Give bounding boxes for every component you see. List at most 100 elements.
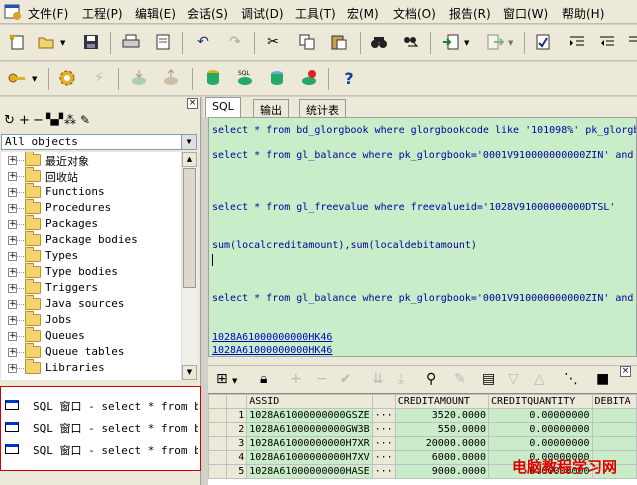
menu-session[interactable]: 会话(S) [187,5,228,22]
tree-item[interactable]: + Functions [1,183,181,200]
sql-editor[interactable]: select * from bd_glorgbook where glorgbo… [208,117,637,357]
db-connect-icon[interactable] [266,67,288,89]
tree-item[interactable]: + Queue tables [1,343,181,360]
menu-edit[interactable]: 编辑(E) [135,5,176,22]
ellipsis-icon[interactable]: ··· [371,422,396,437]
column-header[interactable]: CREDITQUANTITY [487,394,593,409]
tab-sql[interactable]: SQL [205,97,241,117]
find-binoculars-icon[interactable]: ⚲ [426,371,436,387]
lock-icon[interactable]: 🔒︎ [260,371,267,387]
db-disconnect-icon[interactable] [298,67,320,89]
print-icon[interactable] [120,31,142,53]
clear-icon[interactable]: ✎ [454,371,466,387]
database-icon[interactable] [202,67,224,89]
object-filter-select[interactable]: All objects ▼ [1,134,197,150]
comment-icon[interactable] [624,31,637,53]
menu-window[interactable]: 窗口(W) [503,5,548,22]
rollback-icon[interactable] [160,67,182,89]
last-page-icon[interactable]: ⤓ [398,371,404,387]
find-binoculars-icon[interactable] [368,31,390,53]
window-item[interactable]: SQL 窗口 - select * from bd_ [3,439,198,459]
menu-debug[interactable]: 调试(D) [241,5,284,22]
tree-item[interactable]: + Java sources [1,295,181,312]
tree-scrollbar[interactable]: ▲ ▼ [181,152,197,380]
export-icon[interactable] [484,31,506,53]
chevron-down-icon[interactable]: ▼ [508,39,513,47]
load-icon[interactable] [440,31,462,53]
open-folder-icon[interactable] [36,31,58,53]
ellipsis-icon[interactable]: ··· [371,464,396,479]
export-grid-icon[interactable]: ▤ [482,371,495,387]
checklist-icon[interactable] [532,31,554,53]
execute-gear-icon[interactable] [56,67,78,89]
menu-docs[interactable]: 文档(O) [393,5,436,22]
menu-file[interactable]: 文件(F) [28,5,68,22]
refresh-icon[interactable]: ↻ [4,113,15,128]
tree-item[interactable]: + Package bodies [1,231,181,248]
menu-macro[interactable]: 宏(M) [347,5,379,22]
menu-project[interactable]: 工程(P) [82,5,123,22]
tab-output[interactable]: 输出 [253,99,289,117]
find-replace-icon[interactable] [400,31,422,53]
save-icon[interactable]: ■ [596,371,609,387]
ellipsis-icon[interactable]: ··· [371,450,396,465]
find-binoculars-icon[interactable]: ▚▞ [46,113,63,126]
ellipsis-icon[interactable]: ··· [371,436,396,451]
new-icon[interactable] [6,31,28,53]
break-icon[interactable]: ⚡ [88,67,110,89]
column-header[interactable]: CREDITAMOUNT [394,394,489,409]
table-row[interactable]: 3 1028A61000000000H7XR ··· 20000.0000 0.… [208,436,637,451]
chevron-down-icon[interactable]: ▼ [464,39,469,47]
chevron-down-icon[interactable]: ▼ [60,39,65,47]
scroll-up-icon[interactable]: ▲ [182,152,197,167]
cut-icon[interactable]: ✂ [262,31,284,53]
tree-item[interactable]: + Jobs [1,311,181,328]
close-icon[interactable]: × [620,366,631,377]
add-icon[interactable]: + [19,113,30,128]
print-preview-icon[interactable] [152,31,174,53]
window-item[interactable]: SQL 窗口 - select * from bd_ [3,417,198,437]
help-question-icon[interactable]: ? [338,67,360,89]
tab-statistics[interactable]: 统计表 [299,99,346,117]
redo-icon[interactable]: ↷ [224,31,246,53]
menu-reports[interactable]: 报告(R) [449,5,491,22]
chevron-down-icon[interactable]: ▼ [181,135,196,149]
tree-item[interactable]: + Libraries [1,359,181,376]
close-icon[interactable]: × [187,98,198,109]
post-check-icon[interactable]: ✔ [340,371,352,387]
splitter[interactable] [208,357,637,365]
tree-item[interactable]: + Types [1,247,181,264]
save-icon[interactable] [80,31,102,53]
menu-help[interactable]: 帮助(H) [562,5,604,22]
delete-record-icon[interactable]: − [316,371,328,387]
table-row[interactable]: 2 1028A61000000000GW3B ··· 550.0000 0.00… [208,422,637,437]
tree-item[interactable]: + Packages [1,215,181,232]
sort-down-icon[interactable]: ▽ [508,371,519,387]
scroll-thumb[interactable] [183,168,196,288]
tree-item[interactable]: + 最近对象 [1,152,181,168]
result-link[interactable]: 1028A61000000000HK46 [212,332,332,343]
key-icon[interactable] [6,67,28,89]
tree-item[interactable]: + Procedures [1,199,181,216]
next-page-icon[interactable]: ⇊ [372,371,384,387]
menu-tools[interactable]: 工具(T) [295,5,336,22]
undo-icon[interactable]: ↶ [192,31,214,53]
scroll-down-icon[interactable]: ▼ [182,365,197,380]
paste-icon[interactable] [328,31,350,53]
sql-db-icon[interactable]: SQL [234,67,256,89]
outdent-icon[interactable] [596,31,618,53]
tree-item[interactable]: + Triggers [1,279,181,296]
sort-up-icon[interactable]: △ [534,371,545,387]
column-header[interactable]: ASSID [246,394,373,409]
copy-icon[interactable] [296,31,318,53]
add-record-icon[interactable]: + [290,371,302,387]
chevron-down-icon[interactable]: ▼ [232,377,237,385]
ellipsis-icon[interactable]: ··· [371,408,396,423]
remove-icon[interactable]: − [33,113,44,128]
table-row[interactable]: 1 1028A61000000000GSZE ··· 3520.0000 0.0… [208,408,637,423]
tree-item[interactable]: + 回收站 [1,167,181,184]
filter-icon[interactable]: ⁂ [64,113,76,127]
result-link[interactable]: 1028A61000000000HK46 [212,345,332,356]
tree-item[interactable]: + Type bodies [1,263,181,280]
window-item[interactable]: SQL 窗口 - select * from bd_ [3,395,198,415]
